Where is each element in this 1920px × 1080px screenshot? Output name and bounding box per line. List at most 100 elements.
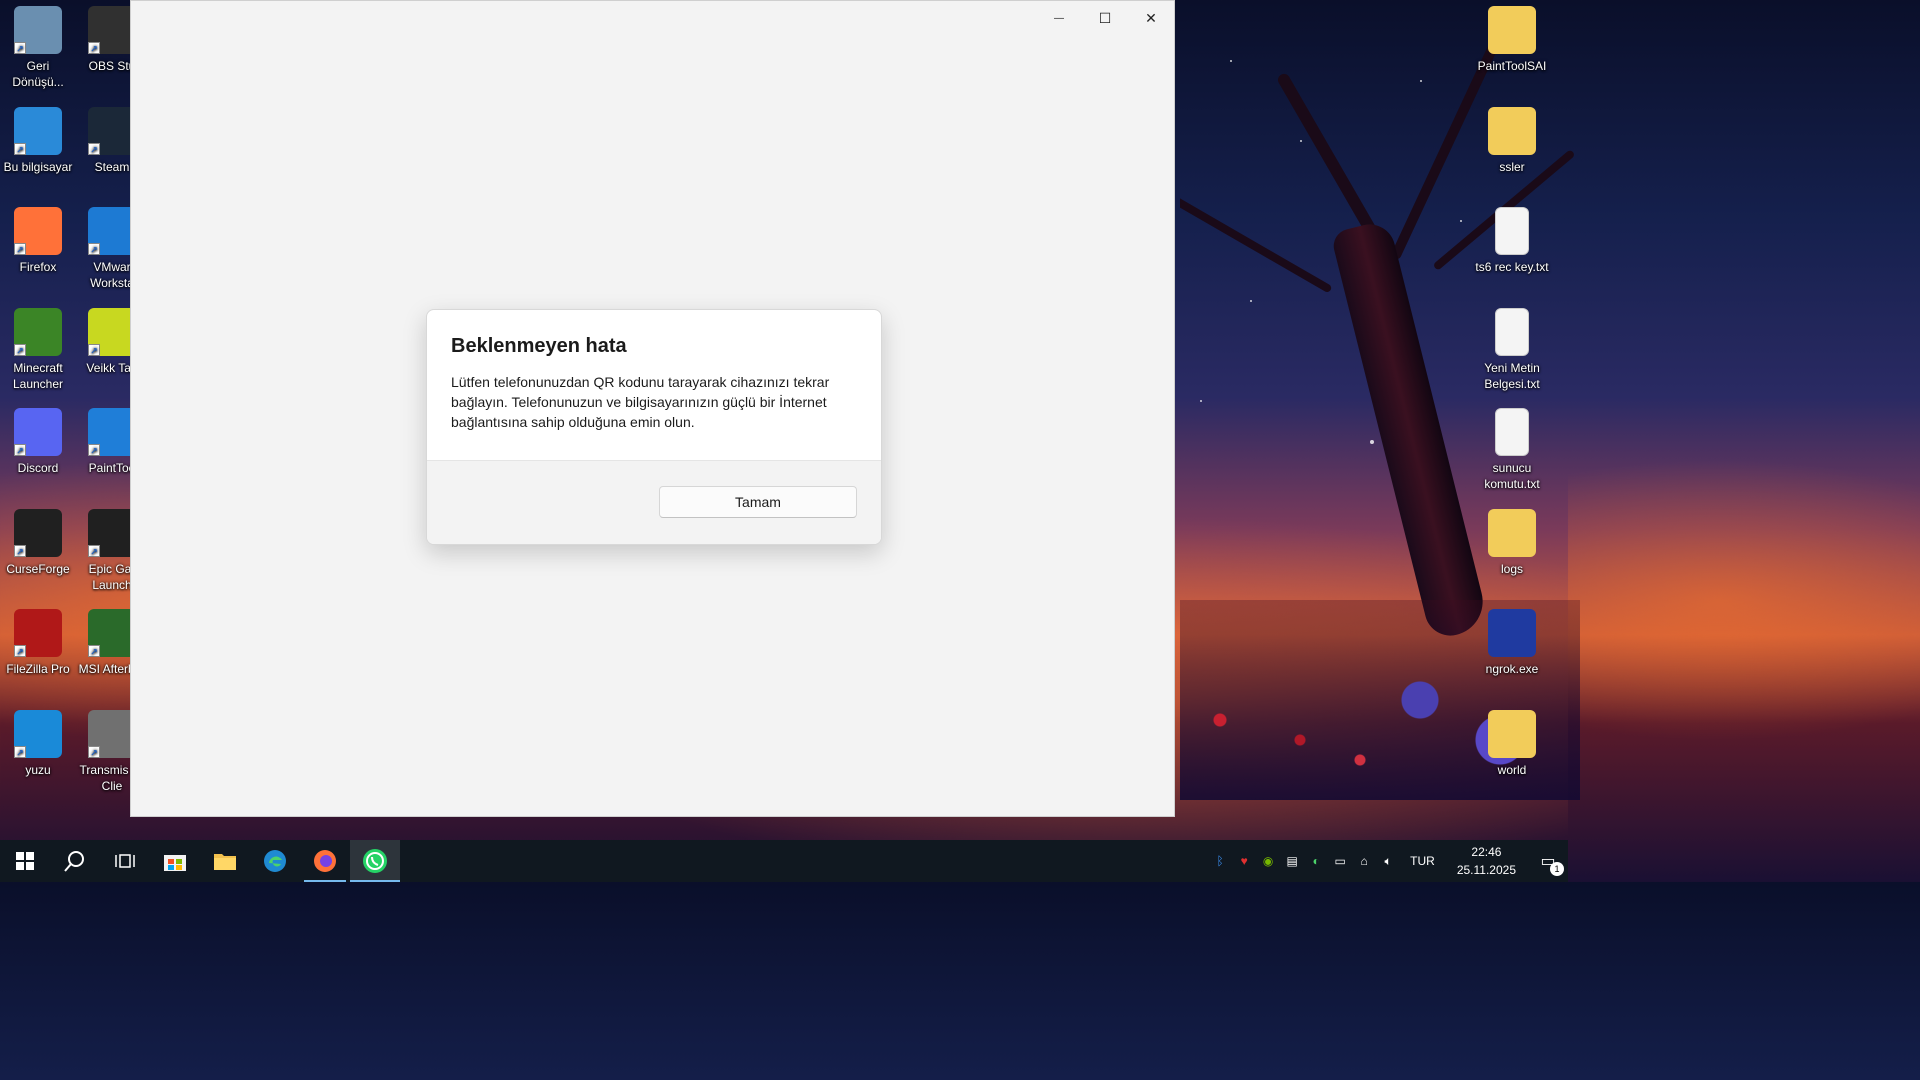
desktop-icon-label: Yeni Metin Belgesi.txt <box>1484 360 1540 391</box>
bluetooth-icon[interactable]: ᛒ <box>1208 840 1232 882</box>
whatsapp-button[interactable] <box>350 840 400 882</box>
desktop-icon-label: FileZilla Pro <box>6 662 70 676</box>
firefox-button[interactable] <box>300 840 350 882</box>
desktop-icon[interactable]: ↗ yuzu <box>0 709 76 778</box>
painttool-icon: ↗ <box>88 408 136 456</box>
shortcut-arrow-icon: ↗ <box>88 343 100 356</box>
maximize-button[interactable]: ☐ <box>1082 1 1128 35</box>
language-indicator[interactable]: TUR <box>1400 854 1445 868</box>
edge-icon <box>264 850 286 872</box>
battery-icon[interactable]: ▭ <box>1328 840 1352 882</box>
minimize-button[interactable]: — <box>1036 1 1082 35</box>
task-view-button[interactable] <box>100 840 150 882</box>
shortcut-arrow-icon: ↗ <box>14 645 26 657</box>
desktop-icon-label: Minecraft Launcher <box>12 360 64 391</box>
shortcut-arrow-icon: ↗ <box>88 745 100 758</box>
security-icon[interactable]: ♥ <box>1232 840 1256 882</box>
maximize-icon: ☐ <box>1098 9 1112 26</box>
desktop-icon-label: ngrok.exe <box>1485 662 1539 676</box>
file-explorer-button[interactable] <box>200 840 250 882</box>
shortcut-arrow-icon: ↗ <box>14 745 26 758</box>
desktop-icon[interactable]: Yeni Metin Belgesi.txt <box>1474 307 1550 392</box>
clock[interactable]: 22:46 25.11.2025 <box>1445 843 1528 879</box>
clock-time: 22:46 <box>1471 845 1502 859</box>
filezilla-icon: ↗ <box>14 609 62 657</box>
shortcut-arrow-icon: ↗ <box>14 444 26 456</box>
desktop-icon[interactable]: PaintToolSAI <box>1474 6 1550 74</box>
task-view-icon <box>115 854 135 868</box>
yuzu-icon: ↗ <box>14 709 62 758</box>
close-icon: ✕ <box>1145 9 1157 26</box>
folder-icon <box>1488 508 1536 557</box>
edge-tray-icon[interactable]: ◐ <box>1304 840 1328 882</box>
desktop-icon-label: ssler <box>1499 159 1525 174</box>
volume-icon[interactable]: 🔈︎ <box>1376 840 1400 882</box>
ok-button[interactable]: Tamam <box>659 486 857 518</box>
desktop-icon-label: Firefox <box>19 260 57 274</box>
store-button[interactable] <box>150 840 200 882</box>
text-file-icon <box>1495 207 1529 255</box>
desktop-icon[interactable]: ts6 rec key.txt <box>1474 207 1550 275</box>
minimize-icon: — <box>1054 12 1064 24</box>
desktop-icon[interactable]: logs <box>1474 508 1550 577</box>
folder-icon <box>1488 106 1536 155</box>
firefox-icon <box>314 850 336 872</box>
desktop-icon[interactable]: ↗ FileZilla Pro <box>0 609 76 677</box>
epic-games-icon: ↗ <box>88 508 136 557</box>
desktop-icon[interactable]: ↗ Discord <box>0 408 76 476</box>
whatsapp-icon <box>363 849 387 873</box>
text-file-icon <box>1495 307 1529 356</box>
shortcut-arrow-icon: ↗ <box>88 645 100 657</box>
shortcut-arrow-icon: ↗ <box>14 142 26 155</box>
shortcut-arrow-icon: ↗ <box>88 243 100 255</box>
desktop-icon[interactable]: ↗ CurseForge <box>0 508 76 577</box>
obs-icon: ↗ <box>88 6 136 54</box>
search-button[interactable] <box>50 840 100 882</box>
desktop-icon-label: Discord <box>17 461 59 475</box>
desktop-icon-label: CurseForge <box>6 561 70 576</box>
system-tray: ᛒ ♥ ◉ ▤ ◐ ▭ ⌂ 🔈︎ TUR 22:46 25.11.2025 ▭ … <box>1208 840 1568 882</box>
close-button[interactable]: ✕ <box>1128 1 1174 35</box>
nvidia-icon[interactable]: ◉ <box>1256 840 1280 882</box>
msi-afterburner-icon: ↗ <box>88 609 136 657</box>
notification-center-button[interactable]: ▭ 1 <box>1528 840 1568 882</box>
desktop-icon[interactable]: ↗ Firefox <box>0 207 76 275</box>
dialog-body: Beklenmeyen hata Lütfen telefonunuzdan Q… <box>427 310 881 462</box>
monitor-icon[interactable]: ▤ <box>1280 840 1304 882</box>
shortcut-arrow-icon: ↗ <box>88 444 100 456</box>
shortcut-arrow-icon: ↗ <box>14 343 26 356</box>
desktop-icon-label: PaintToolSAI <box>1477 59 1547 73</box>
dialog-title: Beklenmeyen hata <box>451 335 627 357</box>
shortcut-arrow-icon: ↗ <box>14 243 26 255</box>
edge-button[interactable] <box>250 840 300 882</box>
desktop-icon-label: logs <box>1500 561 1523 576</box>
desktop-icon[interactable]: ↗ Bu bilgisayar <box>0 106 76 175</box>
discord-icon: ↗ <box>14 408 62 456</box>
desktop-icon[interactable]: ngrok.exe <box>1474 609 1550 677</box>
windows-icon <box>16 852 34 870</box>
network-icon[interactable]: ⌂ <box>1352 840 1376 882</box>
desktop-icon-label: world <box>1497 762 1527 777</box>
start-button[interactable] <box>0 840 50 882</box>
minecraft-icon: ↗ <box>14 307 62 356</box>
shortcut-arrow-icon: ↗ <box>88 42 100 54</box>
curseforge-icon: ↗ <box>14 508 62 557</box>
desktop-icon[interactable]: ↗ Geri Dönüşü... <box>0 6 76 90</box>
window-controls: — ☐ ✕ <box>1036 1 1174 35</box>
desktop-icon[interactable]: world <box>1474 709 1550 778</box>
veikk-icon: ↗ <box>88 307 136 356</box>
shortcut-arrow-icon: ↗ <box>14 42 26 54</box>
text-file-icon <box>1495 408 1529 456</box>
store-icon <box>164 855 186 871</box>
folder-icon <box>1488 6 1536 54</box>
desktop-icon[interactable]: ssler <box>1474 106 1550 175</box>
desktop-icon[interactable]: sunucu komutu.txt <box>1474 408 1550 492</box>
desktop-icon-label: ts6 rec key.txt <box>1475 260 1549 274</box>
ngrok-icon <box>1488 609 1536 657</box>
desktop-icon[interactable]: ↗ Minecraft Launcher <box>0 307 76 392</box>
folder-icon <box>214 854 236 870</box>
firefox-icon: ↗ <box>14 207 62 255</box>
clock-date: 25.11.2025 <box>1456 863 1516 877</box>
transmission-icon: ↗ <box>88 709 136 758</box>
shortcut-arrow-icon: ↗ <box>88 142 100 155</box>
